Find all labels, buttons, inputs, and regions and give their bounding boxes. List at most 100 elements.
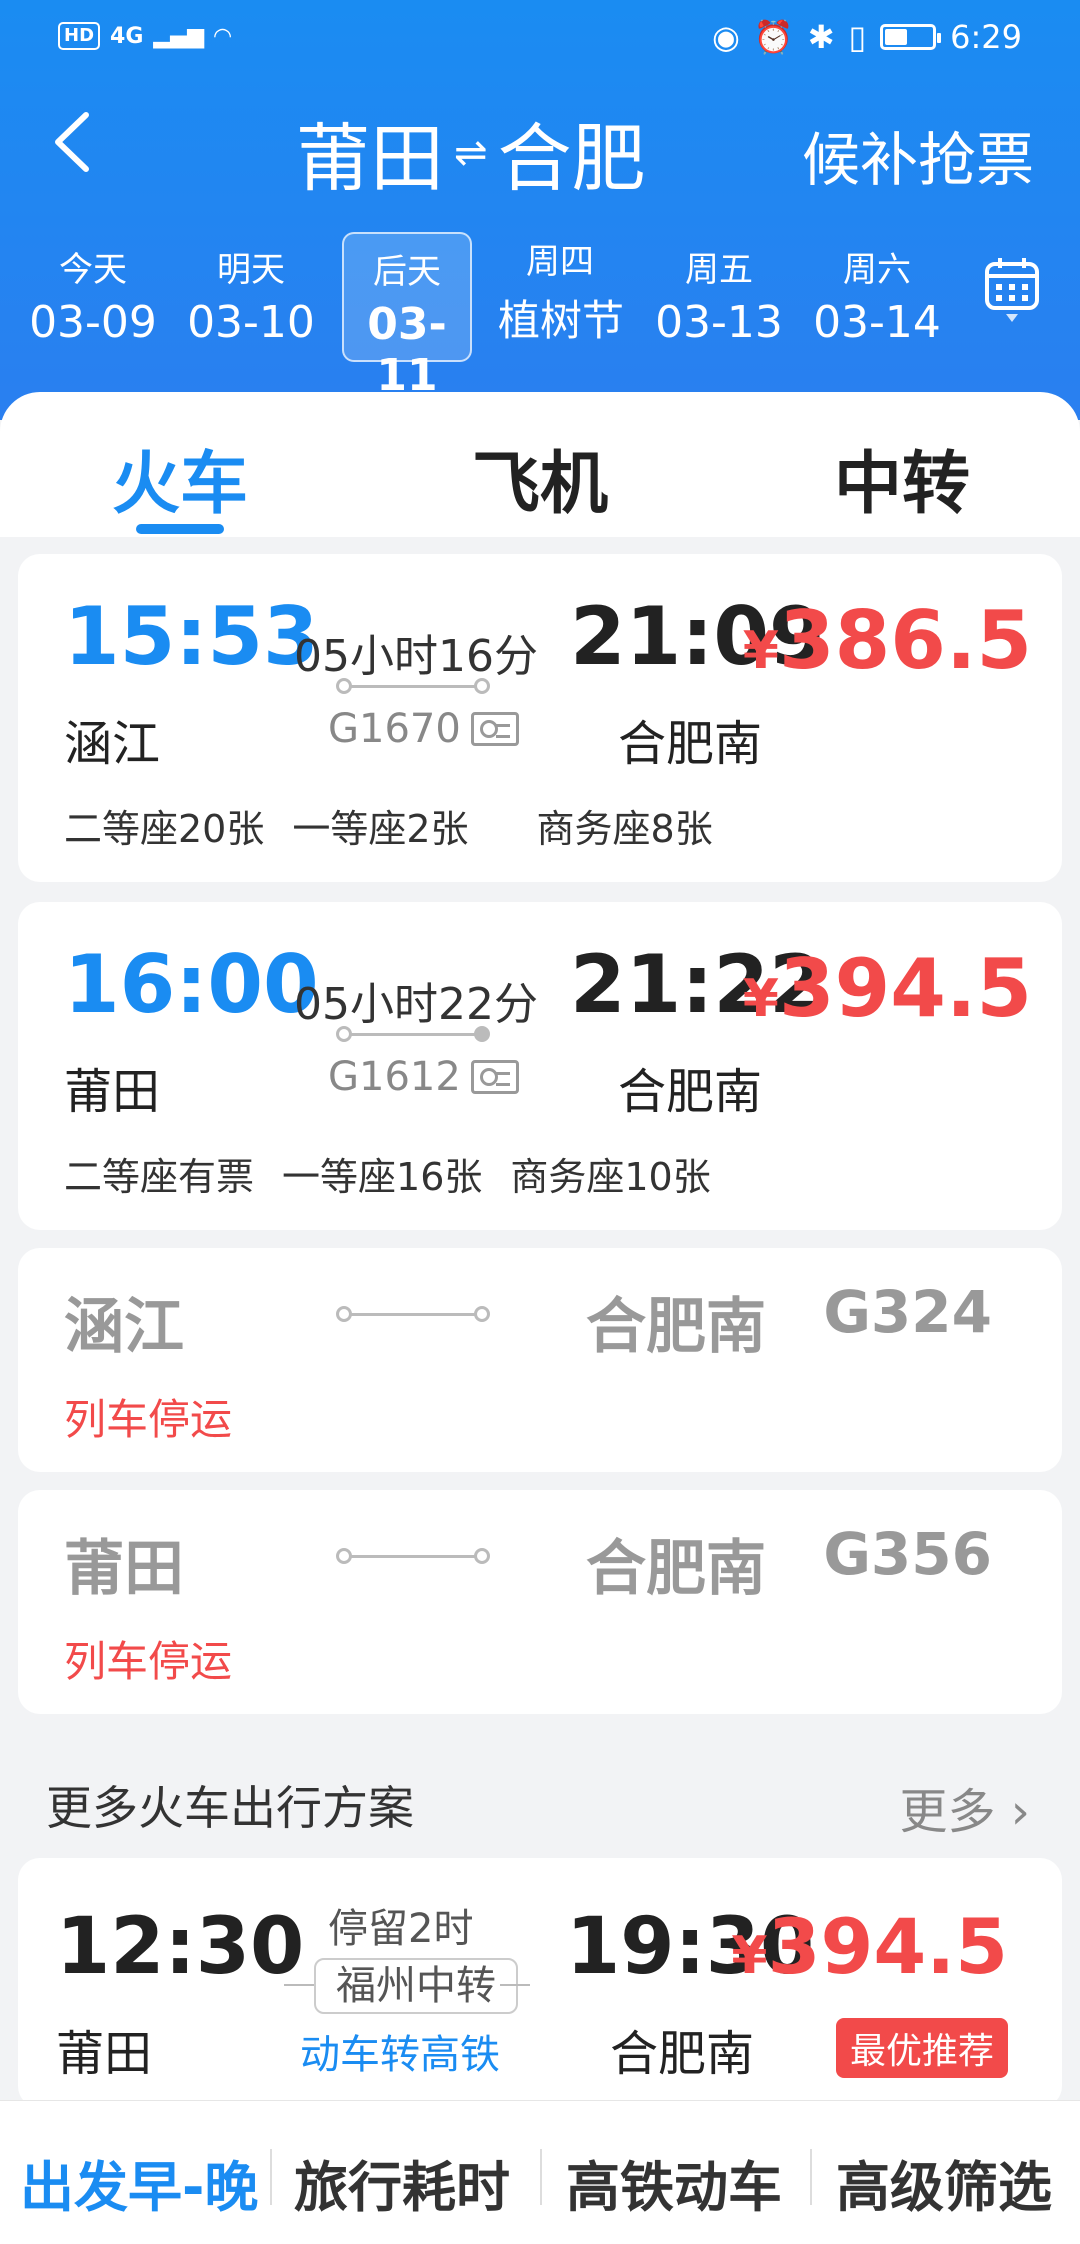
transfer-mode: 动车转高铁 [300, 2032, 500, 2078]
duration: 05小时16分 [294, 631, 538, 682]
date-item[interactable]: 周六 03-14 [812, 232, 942, 362]
vibrate-icon: ▯ [848, 18, 867, 56]
filter-advanced[interactable]: 高级筛选 [836, 2143, 1052, 2222]
seat-first-class: 一等座2张 [292, 807, 469, 851]
train-number: G356 [823, 1520, 992, 1588]
tab-flight[interactable]: 飞机 [472, 428, 608, 527]
more-link[interactable]: 更多 › [900, 1772, 1030, 1842]
nav-bar: 莆田 ⇌ 合肥 候补抢票 [0, 95, 1080, 202]
stopped-train-card[interactable]: 莆田 合肥南 G356 列车停运 [18, 1490, 1062, 1714]
calendar-icon[interactable] [984, 256, 1040, 326]
price: ¥386.5 [743, 594, 1032, 687]
id-card-icon [470, 1060, 519, 1094]
waitlist-button[interactable]: 候补抢票 [802, 113, 1034, 197]
seat-second-class: 二等座20张 [64, 807, 265, 851]
stopped-train-card[interactable]: 涵江 合肥南 G324 列车停运 [18, 1248, 1062, 1472]
divider [270, 2149, 272, 2205]
header: HD 4G ▂▄▆ ◠ ◉ ⏰ ✱ ▯ 6:29 莆田 ⇌ 合肥 候补抢票 今天… [0, 0, 1080, 420]
from-city: 莆田 [296, 116, 444, 202]
date-weekday: 后天 [373, 252, 441, 292]
currency-symbol: ¥ [742, 969, 779, 1029]
arrival-station: 合肥南 [610, 2026, 755, 2082]
alarm-icon: ⏰ [753, 18, 794, 56]
seat-business: 商务座10张 [510, 1155, 711, 1199]
date-item[interactable]: 明天 03-10 [186, 232, 316, 362]
divider [284, 1984, 314, 1986]
route-line [336, 1548, 490, 1564]
route-title: 莆田 ⇌ 合肥 [296, 99, 646, 206]
train-number: G324 [823, 1278, 992, 1346]
status-stopped: 列车停运 [64, 1637, 233, 1686]
departure-time: 12:30 [56, 1902, 305, 1992]
date-weekday: 周五 [685, 250, 753, 290]
departure-time: 16:00 [64, 938, 319, 1031]
seat-business: 商务座8张 [536, 807, 713, 851]
date-value: 03-09 [29, 297, 157, 348]
date-item-selected[interactable]: 后天 03-11 [342, 232, 472, 401]
date-value: 03-14 [813, 297, 941, 348]
divider [810, 2149, 812, 2205]
departure-time: 15:53 [64, 590, 319, 683]
route-line [336, 1026, 490, 1042]
train-number-text: G1670 [328, 706, 461, 752]
arrival-station: 合肥南 [586, 1534, 766, 1604]
date-weekday: 周四 [526, 242, 594, 282]
transfer-plan-card[interactable]: 12:30 停留2时 福州中转 动车转高铁 19:30 ¥394.5 莆田 合肥… [18, 1858, 1062, 2108]
date-item[interactable]: 今天 03-09 [28, 232, 158, 362]
tab-train[interactable]: 火车 [112, 428, 248, 527]
network-4g-label: 4G [110, 23, 144, 49]
status-bar: HD 4G ▂▄▆ ◠ ◉ ⏰ ✱ ▯ 6:29 [0, 0, 1080, 80]
chevron-right-icon: › [995, 1784, 1030, 1840]
currency-symbol: ¥ [731, 1926, 768, 1986]
route-line [336, 678, 490, 694]
date-item[interactable]: 周五 03-13 [654, 232, 784, 362]
price: ¥394.5 [731, 1902, 1008, 1991]
departure-station: 涵江 [64, 716, 161, 772]
filter-bar: 出发早-晚 旅行耗时 高铁动车 高级筛选 [0, 2100, 1080, 2244]
swap-arrows-icon[interactable]: ⇌ [454, 130, 488, 176]
date-holiday: 植树节 [498, 296, 625, 343]
date-item[interactable]: 周四 植树节 [498, 232, 628, 362]
date-selector: 今天 03-09 明天 03-10 后天 03-11 周四 植树节 周五 03-… [0, 232, 1080, 401]
filter-departure-time[interactable]: 出发早-晚 [20, 2143, 258, 2222]
currency-symbol: ¥ [742, 621, 779, 681]
departure-station: 莆田 [64, 1064, 161, 1120]
filter-travel-time[interactable]: 旅行耗时 [294, 2143, 510, 2222]
date-value: 03-11 [367, 299, 447, 401]
divider [540, 2149, 542, 2205]
date-weekday: 周六 [843, 250, 911, 290]
train-card[interactable]: 16:00 05小时22分 21:22 ¥394.5 莆田 G1612 合肥南 … [18, 902, 1062, 1230]
battery-icon [880, 24, 942, 50]
seat-availability: 二等座有票 一等座16张 商务座10张 [64, 1146, 739, 1201]
more-plans-header: 更多火车出行方案 更多 › [0, 1768, 1080, 1848]
filter-train-type[interactable]: 高铁动车 [566, 2143, 782, 2222]
more-plans-title: 更多火车出行方案 [46, 1781, 414, 1835]
transport-tabs: 火车 飞机 中转 [0, 392, 1080, 537]
more-label: 更多 [899, 1784, 996, 1840]
arrival-station: 合肥南 [586, 1292, 766, 1362]
stay-duration: 停留2时 [328, 1906, 474, 1952]
departure-station: 涵江 [64, 1292, 184, 1362]
arrival-station: 合肥南 [618, 1064, 763, 1120]
eye-icon: ◉ [711, 18, 740, 56]
date-weekday: 今天 [59, 250, 127, 290]
best-recommend-badge: 最优推荐 [835, 2018, 1008, 2078]
status-stopped: 列车停运 [64, 1395, 233, 1444]
price: ¥394.5 [743, 942, 1032, 1035]
date-weekday: 明天 [217, 250, 285, 290]
tab-transfer[interactable]: 中转 [834, 428, 970, 527]
seat-first-class: 一等座16张 [282, 1155, 483, 1199]
price-value: 394.5 [778, 942, 1032, 1035]
bluetooth-icon: ✱ [807, 18, 835, 56]
arrival-station: 合肥南 [618, 716, 763, 772]
train-number: G1670 [328, 706, 519, 752]
id-card-icon [470, 712, 519, 746]
active-tab-indicator [136, 524, 224, 534]
date-value: 03-13 [655, 297, 783, 348]
train-card[interactable]: 15:53 05小时16分 21:09 ¥386.5 涵江 G1670 合肥南 … [18, 554, 1062, 882]
date-value: 03-10 [187, 297, 315, 348]
duration: 05小时22分 [294, 979, 538, 1030]
departure-station: 莆田 [56, 2026, 153, 2082]
chevron-left-icon[interactable] [48, 107, 118, 187]
seat-availability: 二等座20张 一等座2张 商务座8张 [64, 798, 741, 853]
